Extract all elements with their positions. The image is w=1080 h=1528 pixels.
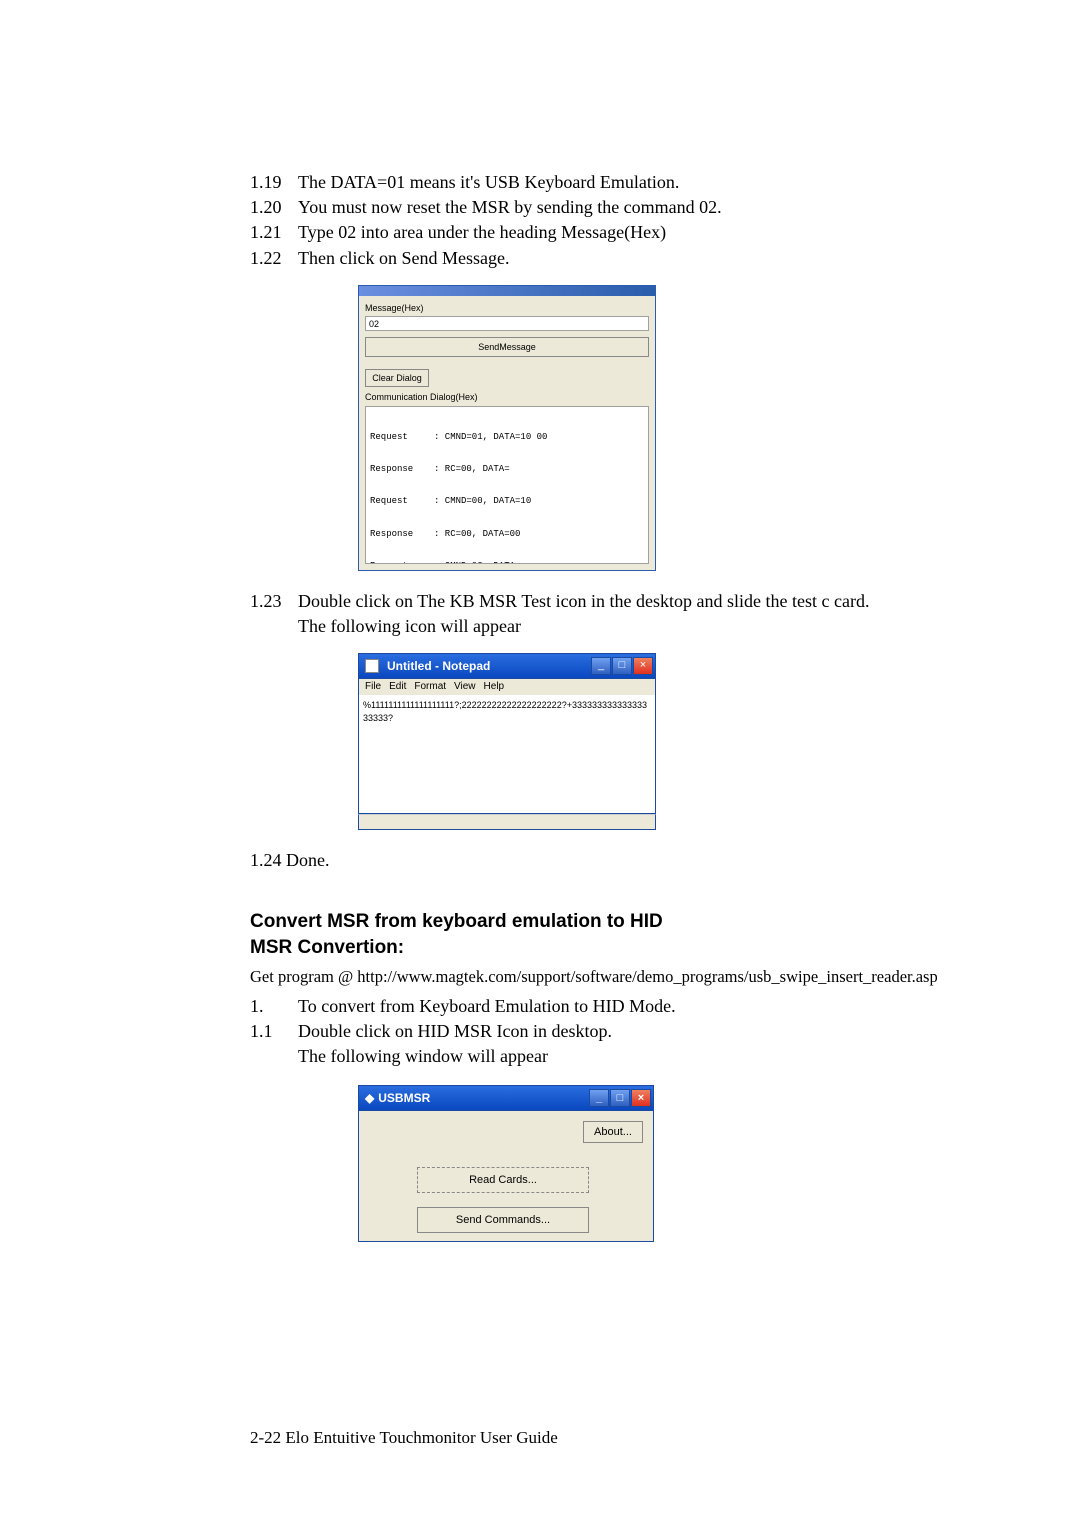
item-text: Then click on Send Message. bbox=[298, 246, 980, 271]
window-title: USBMSR bbox=[378, 1090, 430, 1107]
window-titlebar[interactable]: Untitled - Notepad _ □ × bbox=[358, 653, 656, 679]
menu-bar[interactable]: File Edit Format View Help bbox=[358, 679, 656, 695]
minimize-icon[interactable]: _ bbox=[591, 657, 611, 675]
message-hex-input[interactable]: 02 bbox=[365, 316, 649, 331]
send-message-button[interactable]: SendMessage bbox=[365, 337, 649, 357]
minimize-icon[interactable]: _ bbox=[589, 1089, 609, 1107]
list-item: 1.22 Then click on Send Message. bbox=[250, 246, 980, 271]
list-item: 1.23 Double click on The KB MSR Test ico… bbox=[250, 589, 980, 614]
communication-dialog-label: Communication Dialog(Hex) bbox=[365, 391, 649, 404]
clear-dialog-button[interactable]: Clear Dialog bbox=[365, 369, 429, 387]
window-title: Untitled - Notepad bbox=[387, 658, 490, 675]
item-text: To convert from Keyboard Emulation to HI… bbox=[298, 994, 980, 1019]
status-bar bbox=[358, 814, 656, 830]
item-number: 1.20 bbox=[250, 195, 298, 220]
close-icon[interactable]: × bbox=[633, 657, 653, 675]
list-item: 1. To convert from Keyboard Emulation to… bbox=[250, 994, 980, 1019]
list-item: 1.21 Type 02 into area under the heading… bbox=[250, 220, 980, 245]
notepad-text-area[interactable]: %1111111111111111111?;222222222222222222… bbox=[358, 695, 656, 814]
maximize-icon[interactable]: □ bbox=[610, 1089, 630, 1107]
item-number: 1.19 bbox=[250, 170, 298, 195]
item-text: Double click on The KB MSR Test icon in … bbox=[298, 589, 980, 614]
list-item: 1.24 Done. bbox=[250, 848, 980, 873]
item-text: The DATA=01 means it's USB Keyboard Emul… bbox=[298, 170, 980, 195]
item-text: Double click on HID MSR Icon in desktop. bbox=[298, 1019, 980, 1044]
menu-format[interactable]: Format bbox=[414, 680, 446, 694]
menu-help[interactable]: Help bbox=[484, 680, 505, 694]
figure-usbmsr-window: ◆ USBMSR _ □ × About... Read Cards... Se… bbox=[358, 1085, 654, 1242]
message-hex-value: 02 bbox=[369, 318, 379, 331]
section-heading: Convert MSR from keyboard emulation to H… bbox=[250, 909, 980, 960]
close-icon[interactable]: × bbox=[631, 1089, 651, 1107]
maximize-icon[interactable]: □ bbox=[612, 657, 632, 675]
item-number: 1.21 bbox=[250, 220, 298, 245]
list-item: 1.20 You must now reset the MSR by sendi… bbox=[250, 195, 980, 220]
item-continuation: The following window will appear bbox=[298, 1044, 980, 1069]
item-number: 1.23 bbox=[250, 589, 298, 614]
item-number: 1.1 bbox=[250, 1019, 298, 1044]
item-number: 1. bbox=[250, 994, 298, 1019]
window-titlebar bbox=[359, 286, 655, 296]
list-item: 1.19 The DATA=01 means it's USB Keyboard… bbox=[250, 170, 980, 195]
menu-edit[interactable]: Edit bbox=[389, 680, 406, 694]
message-hex-label: Message(Hex) bbox=[365, 302, 649, 315]
numbered-list: 1.19 The DATA=01 means it's USB Keyboard… bbox=[250, 170, 980, 271]
list-item: 1.1 Double click on HID MSR Icon in desk… bbox=[250, 1019, 980, 1044]
item-text: You must now reset the MSR by sending th… bbox=[298, 195, 980, 220]
page-footer: 2-22 Elo Entuitive Touchmonitor User Gui… bbox=[250, 1426, 558, 1450]
about-button[interactable]: About... bbox=[583, 1121, 643, 1143]
notepad-content: %1111111111111111111?;222222222222222222… bbox=[363, 700, 647, 723]
communication-dialog-textarea[interactable]: Request: CMND=01, DATA=10 00 Response: R… bbox=[365, 406, 649, 564]
notepad-icon bbox=[365, 659, 379, 673]
menu-view[interactable]: View bbox=[454, 680, 476, 694]
window-titlebar[interactable]: ◆ USBMSR _ □ × bbox=[358, 1085, 654, 1111]
menu-file[interactable]: File bbox=[365, 680, 381, 694]
figure-notepad-window: Untitled - Notepad _ □ × File Edit Forma… bbox=[358, 653, 656, 830]
figure-message-dialog: Message(Hex) 02 SendMessage Clear Dialog… bbox=[358, 285, 656, 571]
item-number: 1.22 bbox=[250, 246, 298, 271]
send-commands-button[interactable]: Send Commands... bbox=[417, 1207, 589, 1233]
read-cards-button[interactable]: Read Cards... bbox=[417, 1167, 589, 1193]
item-continuation: The following icon will appear bbox=[298, 614, 980, 639]
item-text: Type 02 into area under the heading Mess… bbox=[298, 220, 980, 245]
program-url-text: Get program @ http://www.magtek.com/supp… bbox=[250, 965, 980, 988]
